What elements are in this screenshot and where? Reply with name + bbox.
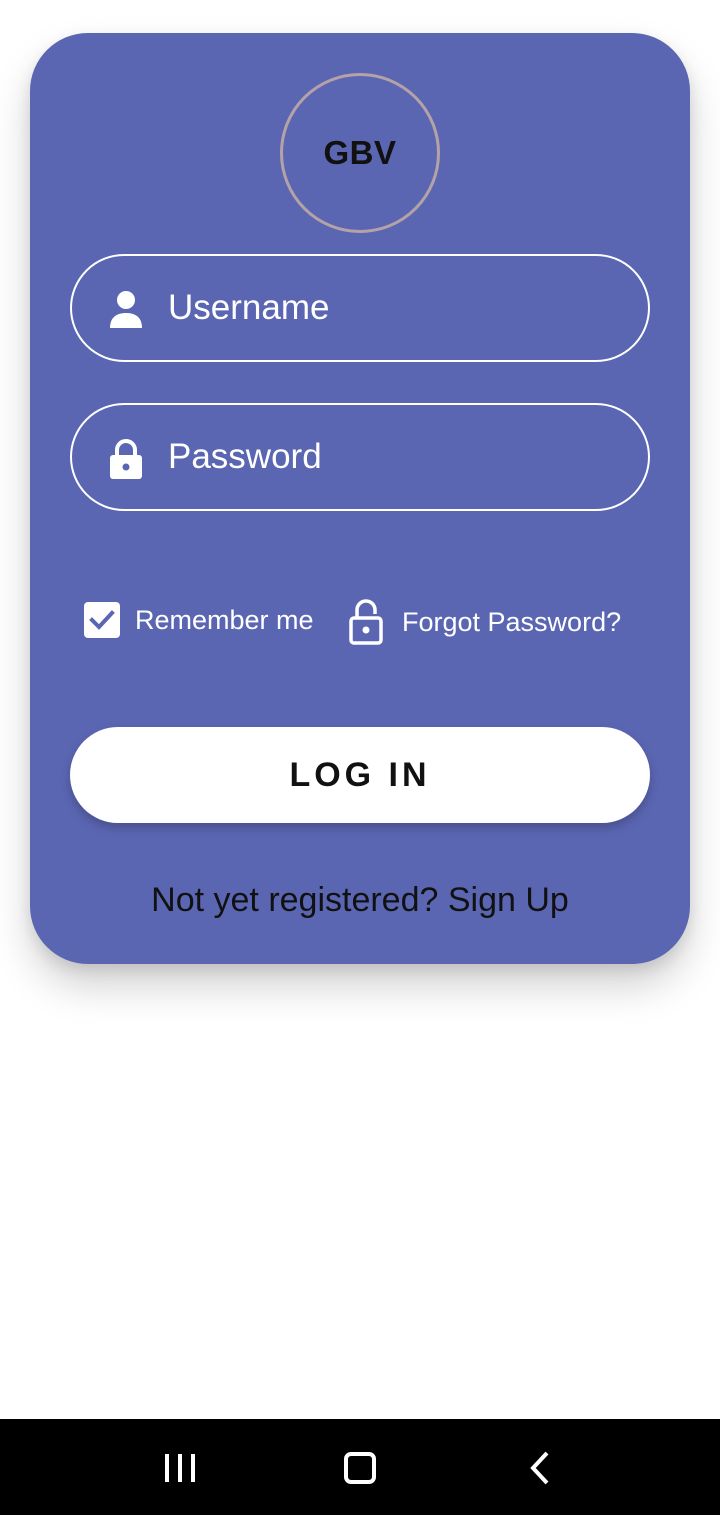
- system-navigation-bar: [0, 1419, 720, 1515]
- back-button[interactable]: [515, 1443, 565, 1493]
- login-card: GBV Remember me: [30, 33, 690, 964]
- username-input[interactable]: [168, 278, 608, 338]
- password-input[interactable]: [168, 427, 608, 487]
- signup-link[interactable]: Sign Up: [448, 881, 569, 919]
- remember-me-toggle[interactable]: Remember me: [84, 602, 314, 638]
- remember-me-checkbox[interactable]: [84, 602, 120, 638]
- recent-apps-icon: [165, 1454, 195, 1482]
- forgot-password-label: Forgot Password?: [402, 606, 622, 637]
- login-options: Remember me Forgot Password?: [30, 597, 690, 647]
- username-field[interactable]: [70, 254, 650, 362]
- person-icon: [110, 291, 142, 328]
- forgot-password-link[interactable]: Forgot Password?: [348, 599, 621, 645]
- home-button[interactable]: [335, 1443, 385, 1493]
- logo-circle: GBV: [280, 73, 440, 233]
- password-field[interactable]: [70, 403, 650, 511]
- signup-prompt: Not yet registered?: [151, 881, 439, 919]
- recent-apps-button[interactable]: [155, 1443, 205, 1493]
- login-button[interactable]: LOG IN: [70, 727, 650, 823]
- lock-icon: [110, 439, 142, 479]
- signup-row: Not yet registered? Sign Up: [30, 881, 690, 920]
- logo-text: GBV: [323, 134, 397, 171]
- home-icon: [344, 1452, 376, 1484]
- remember-me-label: Remember me: [135, 604, 314, 635]
- lock-outline-icon: [349, 599, 383, 645]
- check-icon: [89, 610, 115, 630]
- back-icon: [530, 1451, 549, 1485]
